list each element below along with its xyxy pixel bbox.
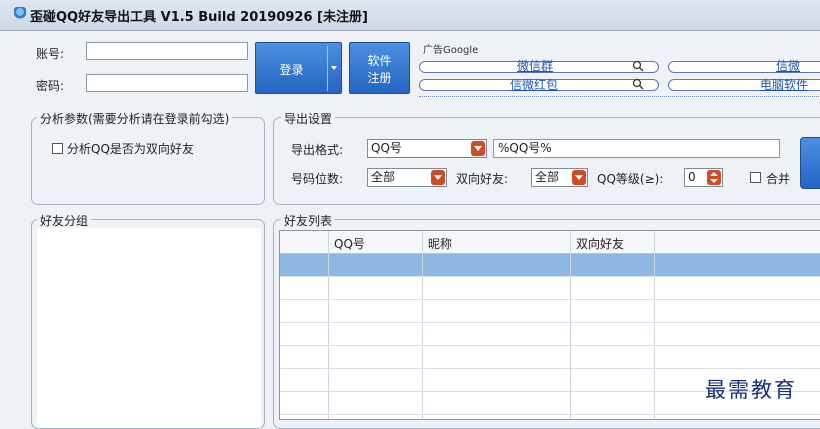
- login-split-divider: [327, 46, 328, 91]
- ad-link-pc-software[interactable]: 电脑软件: [760, 76, 808, 93]
- friend-list-title: 好友列表: [281, 212, 336, 229]
- window-title: 歪碰QQ好友导出工具 V1.5 Build 20190926 [未注册]: [30, 10, 368, 25]
- app-icon: [14, 7, 26, 21]
- merge-checkbox[interactable]: [750, 172, 761, 183]
- bidirectional-analysis-label: 分析QQ是否为双向好友: [67, 142, 194, 156]
- search-icon[interactable]: [632, 78, 644, 90]
- table-row[interactable]: [280, 299, 820, 300]
- table-row[interactable]: [280, 322, 820, 323]
- password-input[interactable]: [86, 74, 248, 92]
- spinner-updown-icon[interactable]: [707, 170, 721, 185]
- bidirectional-filter-value: 全部: [535, 170, 560, 184]
- login-button-label: 登录: [279, 63, 304, 77]
- ad-link-red-packet[interactable]: 信微红包: [510, 76, 558, 93]
- digits-dropdown-icon[interactable]: [431, 170, 445, 185]
- export-button[interactable]: [800, 137, 820, 189]
- format-select[interactable]: QQ号: [367, 139, 487, 158]
- login-button[interactable]: 登录: [255, 42, 342, 94]
- export-settings-groupbox: [273, 117, 820, 205]
- register-button[interactable]: 软件 注册: [349, 42, 410, 94]
- column-header-qq[interactable]: QQ号: [334, 235, 365, 252]
- table-row-selected[interactable]: [280, 254, 820, 276]
- qq-level-value: 0: [688, 170, 696, 184]
- digits-select[interactable]: 全部: [367, 168, 447, 187]
- title-bar: 歪碰QQ好友导出工具 V1.5 Build 20190926 [未注册]: [0, 0, 820, 31]
- table-row[interactable]: [280, 414, 820, 415]
- format-dropdown-icon[interactable]: [471, 141, 485, 156]
- ad-label: 广告Google: [423, 45, 479, 56]
- format-select-value: QQ号: [371, 141, 402, 155]
- format-template-input[interactable]: %QQ号%: [493, 139, 780, 158]
- qq-level-label: QQ等级(≥):: [597, 172, 664, 186]
- bidirectional-analysis-checkbox[interactable]: [52, 143, 63, 154]
- friend-groups-title: 好友分组: [37, 212, 92, 229]
- bidirectional-filter-select[interactable]: 全部: [531, 168, 588, 187]
- friend-groups-list[interactable]: [37, 228, 261, 428]
- analysis-group-title: 分析参数(需要分析请在登录前勾选): [37, 110, 233, 127]
- ad-divider: [419, 96, 820, 98]
- column-header-nickname[interactable]: 昵称: [428, 235, 452, 252]
- password-label: 密码:: [36, 79, 65, 93]
- table-row[interactable]: [280, 345, 820, 346]
- search-icon[interactable]: [632, 60, 644, 72]
- watermark: 最需教育: [705, 378, 797, 402]
- table-row[interactable]: [280, 368, 820, 369]
- digits-select-value: 全部: [371, 170, 396, 184]
- column-header-bidirectional[interactable]: 双向好友: [576, 235, 624, 252]
- register-button-line2: 注册: [367, 71, 392, 85]
- digits-label: 号码位数:: [291, 172, 344, 186]
- ad-link-xinwei[interactable]: 信微: [776, 57, 800, 74]
- merge-label: 合并: [766, 172, 791, 186]
- table-row[interactable]: [280, 276, 820, 277]
- analysis-groupbox: [31, 117, 265, 205]
- bidirectional-filter-label: 双向好友:: [456, 172, 509, 186]
- account-input[interactable]: [86, 42, 248, 60]
- qq-level-spinner[interactable]: 0: [684, 168, 723, 187]
- account-label: 账号:: [36, 47, 65, 61]
- format-label: 导出格式:: [291, 143, 344, 157]
- ad-link-wechat-group[interactable]: 微信群: [517, 57, 553, 74]
- export-settings-title: 导出设置: [281, 110, 336, 127]
- bidirectional-dropdown-icon[interactable]: [572, 170, 586, 185]
- login-dropdown-arrow-icon[interactable]: [331, 66, 337, 70]
- register-button-line1: 软件: [367, 54, 392, 68]
